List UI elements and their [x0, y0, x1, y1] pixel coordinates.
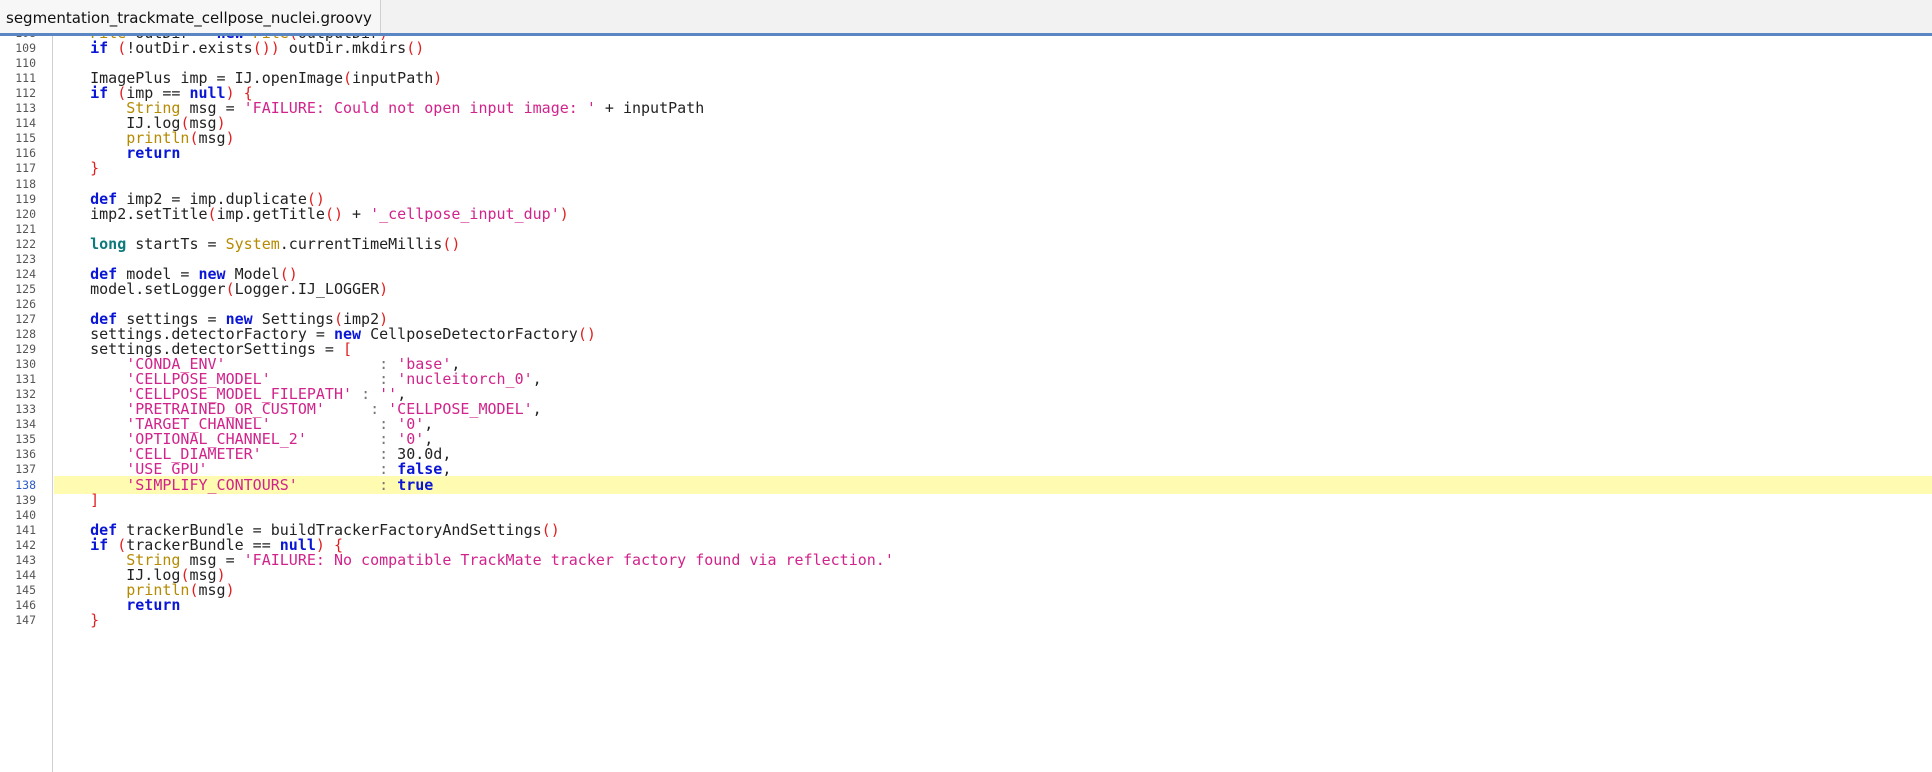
code-editor[interactable]: 108 File outDir = new File(outputDir)109… [0, 36, 1932, 772]
code-line[interactable]: 147 } [0, 611, 1932, 630]
tab-bar: segmentation_trackmate_cellpose_nuclei.g… [0, 0, 1932, 36]
tab-file[interactable]: segmentation_trackmate_cellpose_nuclei.g… [0, 0, 381, 33]
code-text: } [54, 611, 1932, 630]
code-token: } [90, 610, 100, 629]
line-number: 147 [15, 612, 36, 627]
